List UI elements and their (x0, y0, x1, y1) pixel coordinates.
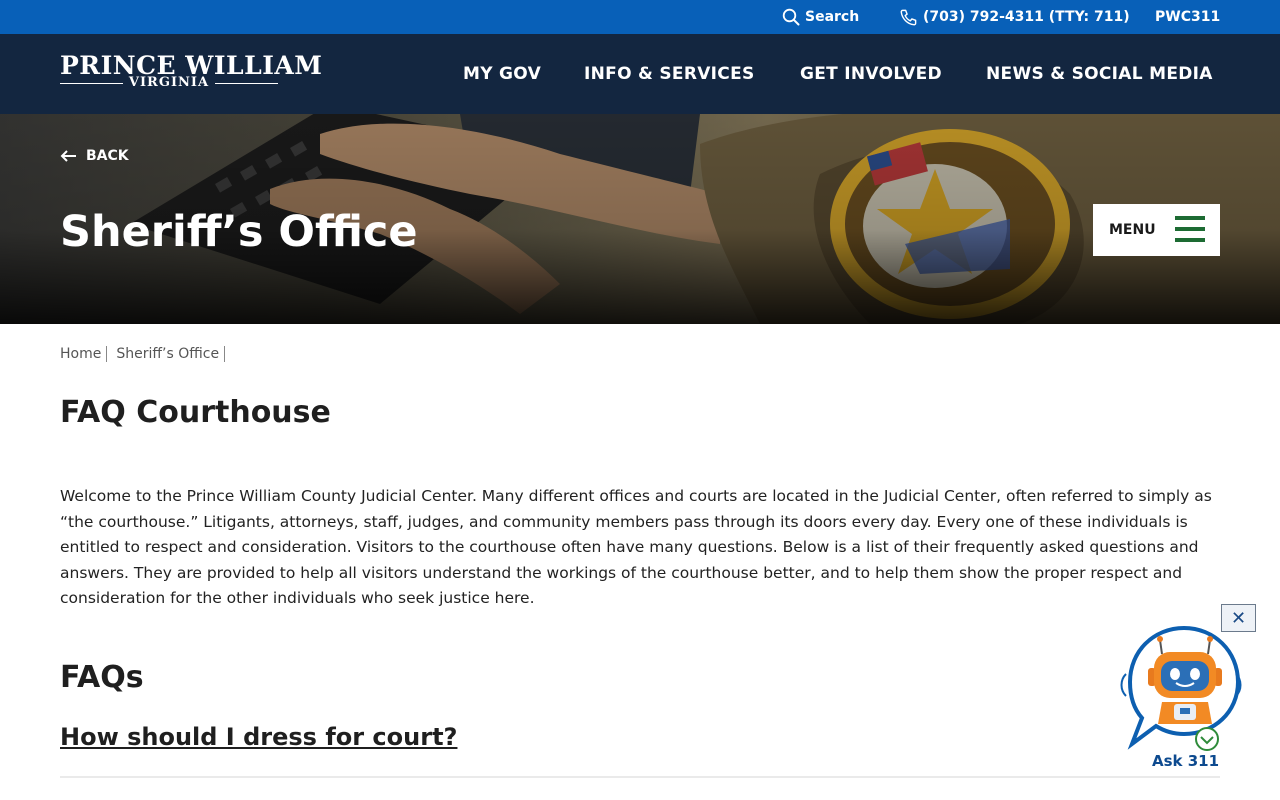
chatbot-robot-icon (1120, 625, 1242, 751)
ask-311-chat-widget[interactable]: Ask 311 (1118, 624, 1248, 774)
menu-button[interactable]: MENU (1093, 204, 1220, 256)
ask-311-label: Ask 311 (1152, 752, 1220, 770)
search-link[interactable]: Search (782, 0, 859, 34)
faq-question-link[interactable]: How should I dress for court? (60, 723, 1220, 751)
arrow-left-icon (60, 150, 76, 162)
intro-paragraph: Welcome to the Prince William County Jud… (60, 487, 1212, 607)
page-title: FAQ Courthouse (60, 395, 331, 430)
main-header: PRINCE WILLIAM VIRGINIA MY GOV INFO & SE… (0, 34, 1280, 114)
hero-banner: BACK Sheriff’s Office MENU (0, 114, 1280, 324)
phone-icon (900, 9, 917, 25)
nav-info-services[interactable]: INFO & SERVICES (584, 34, 755, 114)
phone-label: (703) 792-4311 (TTY: 711) (923, 9, 1130, 25)
breadcrumb-home[interactable]: Home (60, 346, 108, 362)
search-icon (782, 8, 800, 26)
back-label: BACK (86, 148, 129, 164)
breadcrumb-sheriffs-office[interactable]: Sheriff’s Office (116, 346, 226, 362)
page-section-title: Sheriff’s Office (60, 207, 418, 257)
logo-line-2: VIRGINIA (122, 75, 216, 90)
nav-get-involved[interactable]: GET INVOLVED (800, 34, 942, 114)
nav-my-gov[interactable]: MY GOV (463, 34, 541, 114)
pwc311-link[interactable]: PWC311 (1155, 0, 1220, 34)
county-logo[interactable]: PRINCE WILLIAM VIRGINIA (60, 52, 322, 90)
phone-link[interactable]: (703) 792-4311 (TTY: 711) (899, 0, 1130, 34)
faq-item: How should I dress for court? (60, 723, 1220, 778)
faq-heading: FAQs (60, 660, 144, 695)
hamburger-icon (1175, 216, 1205, 242)
search-label: Search (805, 9, 860, 25)
nav-news-social-media[interactable]: NEWS & SOCIAL MEDIA (986, 34, 1213, 114)
pwc311-label: PWC311 (1155, 9, 1221, 25)
breadcrumb: Home Sheriff’s Office (60, 346, 234, 362)
utility-bar: Search (703) 792-4311 (TTY: 711) PWC311 (0, 0, 1280, 34)
back-link[interactable]: BACK (60, 148, 129, 164)
menu-label: MENU (1109, 222, 1156, 238)
